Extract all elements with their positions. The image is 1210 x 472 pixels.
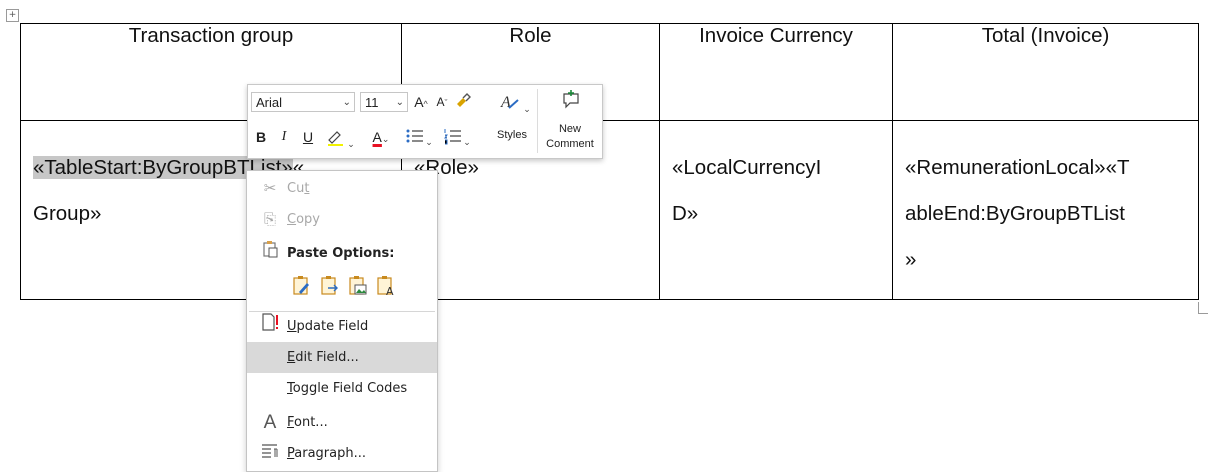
paragraph-icon	[259, 438, 281, 469]
menu-item-label: Update Field	[287, 319, 369, 334]
styles-label[interactable]: Styles	[494, 129, 530, 141]
menu-item-copy[interactable]: ⎘ Copy	[247, 204, 437, 235]
shrink-font-button[interactable]: Aˇ	[433, 92, 451, 112]
body-cell-total[interactable]: «RemunerationLocal»«T ableEnd:ByGroupBTLi…	[892, 120, 1199, 300]
header-text: Total (Invoice)	[981, 24, 1110, 47]
underline-button[interactable]: U	[300, 127, 316, 147]
context-menu: ✂ Cut ⎘ Copy Paste Options: A Update Field…	[246, 170, 438, 472]
menu-item-paste-options: Paste Options:	[247, 238, 437, 269]
font-name-value: Arial	[256, 95, 283, 110]
field-text: Group»	[33, 202, 102, 225]
grow-font-button[interactable]: A^	[412, 92, 430, 112]
new-comment-icon	[563, 90, 579, 109]
svg-text:A: A	[500, 94, 511, 111]
field-text: D»	[672, 202, 699, 225]
menu-item-label: Paragraph...	[287, 446, 366, 461]
menu-item-update-field[interactable]: Update Field	[247, 311, 437, 342]
format-painter-icon	[457, 93, 471, 107]
header-text: Role	[509, 24, 552, 47]
styles-gallery-button[interactable]: A ⌄	[498, 92, 532, 114]
new-comment-label: Comment	[546, 138, 594, 150]
document-table: Transaction group Role Invoice Currency …	[20, 23, 1199, 300]
paste-merge-formatting-icon[interactable]	[319, 274, 341, 298]
body-cell-currency[interactable]: «LocalCurrencyI D»	[659, 120, 893, 300]
font-name-combo[interactable]: Arial ⌄	[251, 92, 355, 112]
highlighter-icon	[328, 131, 344, 146]
copy-icon: ⎘	[263, 210, 276, 228]
field-text: «RemunerationLocal»«T	[905, 156, 1130, 179]
new-comment-label: New	[558, 123, 581, 135]
new-comment-button[interactable]: New Comment	[541, 122, 599, 152]
table-resize-handle[interactable]	[1198, 302, 1208, 314]
paste-keep-source-icon[interactable]	[291, 274, 313, 298]
paste-text-only-icon[interactable]: A	[375, 274, 397, 298]
grow-font-icon: A	[414, 94, 424, 110]
field-text: «LocalCurrencyI	[672, 156, 822, 179]
underline-icon: U	[302, 129, 314, 145]
numbering-icon	[444, 129, 462, 145]
toolbar-separator	[537, 89, 538, 153]
format-painter-button[interactable]	[453, 91, 473, 111]
field-text: »	[905, 248, 917, 271]
shrink-font-icon: A	[436, 95, 445, 109]
menu-item-paragraph[interactable]: Paragraph...	[247, 438, 437, 469]
italic-button[interactable]: I	[276, 127, 292, 147]
font-size-value: 11	[365, 95, 379, 110]
table-move-handle[interactable]: +	[6, 9, 19, 22]
chevron-down-icon: ⌄	[381, 134, 390, 144]
chevron-down-icon: ⌄	[523, 104, 531, 114]
menu-item-label: Cut	[287, 181, 310, 196]
header-cell-invoice-currency[interactable]: Invoice Currency	[659, 23, 893, 121]
numbering-button[interactable]: ⌄	[439, 127, 475, 147]
styles-icon: A	[500, 94, 519, 111]
update-field-icon	[259, 311, 281, 342]
svg-text:A: A	[386, 285, 394, 298]
clipboard-icon	[259, 238, 281, 269]
menu-item-label: Paste Options:	[287, 246, 395, 261]
field-text: ableEnd:ByGroupBTList	[905, 202, 1125, 225]
chevron-down-icon: ⌄	[347, 139, 355, 149]
bullets-icon	[406, 129, 424, 143]
header-text: Invoice Currency	[699, 24, 853, 47]
menu-item-cut[interactable]: ✂ Cut	[247, 173, 437, 204]
highlight-button[interactable]: ⌄	[322, 127, 358, 149]
font-size-combo[interactable]: 11 ⌄	[360, 92, 408, 112]
menu-item-label: Copy	[287, 212, 320, 227]
bullets-button[interactable]: ⌄	[401, 127, 437, 147]
font-color-button[interactable]: A⌄	[364, 127, 398, 147]
menu-item-label: Edit Field...	[287, 350, 359, 365]
chevron-down-icon: ⌄	[342, 97, 351, 108]
chevron-down-icon: ⌄	[425, 137, 433, 147]
chevron-down-icon: ⌄	[395, 97, 404, 108]
chevron-down-icon: ⌄	[463, 137, 471, 147]
paste-options-row: A	[277, 272, 427, 302]
mini-toolbar: Arial ⌄ 11 ⌄ A^ Aˇ A ⌄ B I U ⌄ A⌄ ⌄ ⌄ Style…	[247, 84, 603, 159]
new-comment-icon-button[interactable]	[556, 89, 586, 109]
font-icon: A	[263, 412, 277, 433]
menu-item-edit-field[interactable]: Edit Field...	[247, 342, 437, 373]
bold-button[interactable]: B	[253, 127, 269, 147]
header-cell-total-invoice[interactable]: Total (Invoice)	[892, 23, 1199, 121]
menu-item-font[interactable]: A Font...	[247, 407, 437, 438]
italic-icon: I	[281, 129, 287, 144]
scissors-icon: ✂	[263, 179, 277, 197]
font-color-icon: A	[372, 129, 382, 145]
header-text: Transaction group	[128, 24, 294, 47]
bold-icon: B	[255, 129, 267, 145]
paste-picture-icon[interactable]	[347, 274, 369, 298]
menu-item-toggle-field-codes[interactable]: Toggle Field Codes	[247, 373, 437, 404]
menu-item-label: Toggle Field Codes	[287, 381, 408, 396]
menu-item-label: Font...	[287, 415, 328, 430]
